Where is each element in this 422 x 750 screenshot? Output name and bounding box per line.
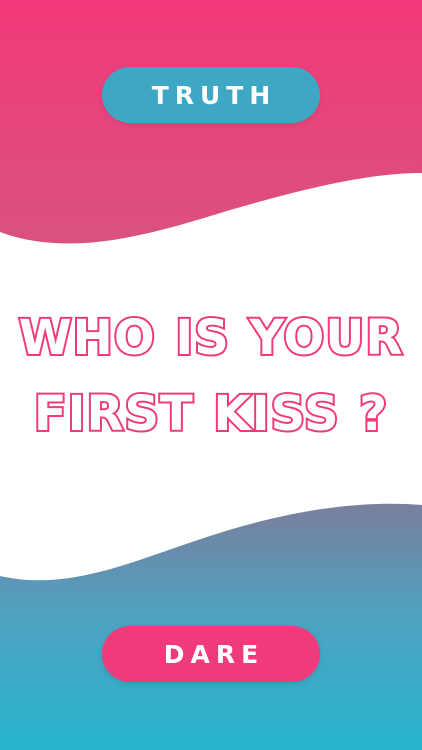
- dare-button[interactable]: DARE: [102, 626, 320, 682]
- truth-button[interactable]: TRUTH: [102, 67, 320, 123]
- question-text: WHO IS YOUR FIRST KISS ?: [17, 308, 405, 444]
- truth-or-dare-screen: TRUTH WHO IS YOUR FIRST KISS ? DARE: [0, 0, 422, 750]
- question-card: WHO IS YOUR FIRST KISS ?: [0, 300, 422, 452]
